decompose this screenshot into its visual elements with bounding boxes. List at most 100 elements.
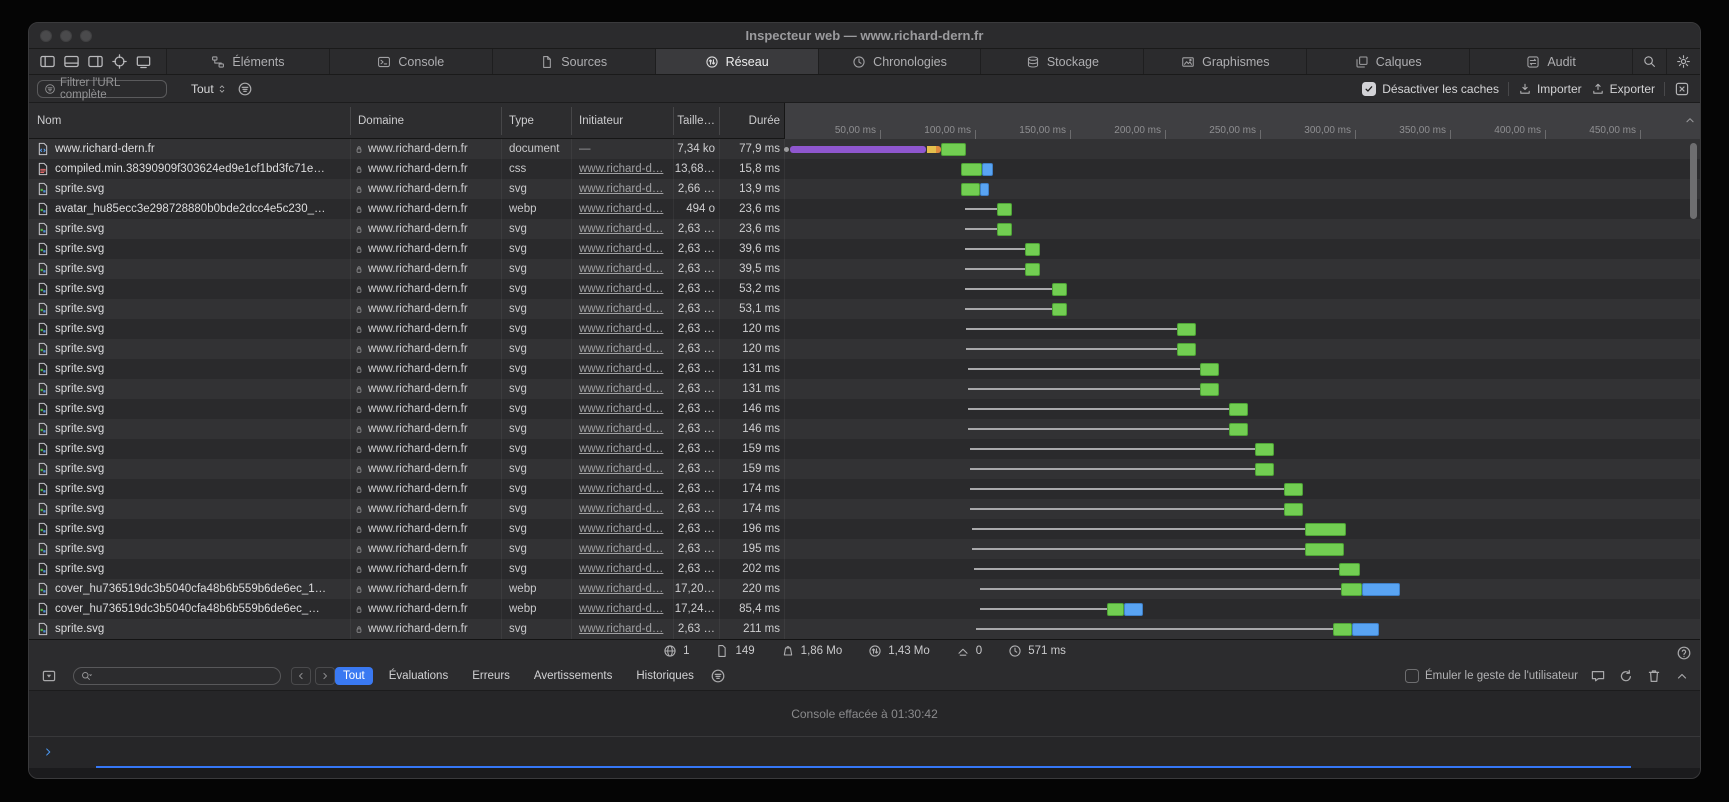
network-request-row[interactable]: sprite.svgwww.richard-dern.frsvgwww.rich…	[29, 179, 1700, 199]
column-divider[interactable]	[350, 107, 351, 135]
help-button[interactable]	[1676, 645, 1692, 661]
waterfall-bar	[784, 139, 1700, 159]
network-request-row[interactable]: sprite.svgwww.richard-dern.frsvgwww.rich…	[29, 339, 1700, 359]
console-filter-avertissements[interactable]: Avertissements	[526, 667, 620, 685]
network-request-row[interactable]: sprite.svgwww.richard-dern.frsvgwww.rich…	[29, 419, 1700, 439]
console-filter-tout[interactable]: Tout	[335, 667, 373, 685]
column-header-nom[interactable]: Nom	[37, 103, 337, 139]
column-header-type[interactable]: Type	[509, 103, 567, 139]
console-scope-icon[interactable]	[41, 668, 57, 684]
column-header-dure[interactable]: Durée	[723, 103, 780, 139]
tab-graphics[interactable]: Graphismes	[1143, 49, 1306, 74]
network-icon	[705, 55, 719, 69]
waterfall-bar	[784, 299, 1700, 319]
network-request-row[interactable]: sprite.svgwww.richard-dern.frsvgwww.rich…	[29, 279, 1700, 299]
console-filter-historiques[interactable]: Historiques	[628, 667, 702, 685]
bubble-icon[interactable]	[1590, 668, 1606, 684]
request-duration: 77,9 ms	[689, 139, 780, 159]
tab-console[interactable]: Console	[329, 49, 492, 74]
column-header-taille[interactable]: Taille…	[677, 103, 715, 139]
trash-icon[interactable]	[1646, 668, 1662, 684]
network-request-row[interactable]: avatar_hu85ecc3e298728880b0bde2dcc4e5c23…	[29, 199, 1700, 219]
emulate-user-gesture-checkbox[interactable]: Émuler le geste de l'utilisateur	[1405, 669, 1578, 683]
tab-timelines[interactable]: Chronologies	[818, 49, 981, 74]
network-request-row[interactable]: sprite.svgwww.richard-dern.frsvgwww.rich…	[29, 459, 1700, 479]
scope-dropdown[interactable]: Tout	[191, 80, 228, 98]
timeline-ruler: 50,00 ms100,00 ms150,00 ms200,00 ms250,0…	[784, 103, 1700, 139]
column-divider[interactable]	[501, 107, 502, 135]
chevron-up-icon[interactable]	[1674, 668, 1690, 684]
tab-audit[interactable]: Audit	[1469, 49, 1632, 74]
network-request-row[interactable]: compiled.min.38390909f303624ed9e1cf1bd3f…	[29, 159, 1700, 179]
console-prompt-row[interactable]	[29, 736, 1700, 766]
waterfall-bar	[784, 559, 1700, 579]
chevron-right-icon	[319, 670, 331, 682]
waterfall-bar	[784, 579, 1700, 599]
tab-label: Sources	[561, 55, 607, 69]
network-request-row[interactable]: sprite.svgwww.richard-dern.frsvgwww.rich…	[29, 499, 1700, 519]
doc-css-icon	[36, 162, 50, 176]
settings-button[interactable]	[1666, 49, 1700, 74]
doc-image-icon	[36, 202, 50, 216]
previous-result-button[interactable]	[291, 667, 311, 685]
network-request-row[interactable]: sprite.svgwww.richard-dern.frsvgwww.rich…	[29, 559, 1700, 579]
console-filter-valuations[interactable]: Évaluations	[381, 667, 456, 685]
disable-caches-checkbox[interactable]: Désactiver les caches	[1362, 82, 1499, 96]
request-name: sprite.svg	[55, 219, 347, 239]
console-filter-erreurs[interactable]: Erreurs	[464, 667, 518, 685]
network-request-row[interactable]: sprite.svgwww.richard-dern.frsvgwww.rich…	[29, 619, 1700, 639]
url-filter-input[interactable]: Filtrer l'URL complète	[37, 80, 167, 98]
waterfall-segment-line	[965, 288, 1052, 290]
next-result-button[interactable]	[315, 667, 335, 685]
waterfall-segment-green	[1305, 543, 1345, 556]
network-request-row[interactable]: sprite.svgwww.richard-dern.frsvgwww.rich…	[29, 239, 1700, 259]
export-button[interactable]: Exporter	[1591, 82, 1655, 96]
network-request-row[interactable]: sprite.svgwww.richard-dern.frsvgwww.rich…	[29, 219, 1700, 239]
network-request-row[interactable]: sprite.svgwww.richard-dern.frsvgwww.rich…	[29, 439, 1700, 459]
device-icon[interactable]	[135, 53, 152, 70]
network-request-row[interactable]: sprite.svgwww.richard-dern.frsvgwww.rich…	[29, 519, 1700, 539]
network-request-row[interactable]: sprite.svgwww.richard-dern.frsvgwww.rich…	[29, 479, 1700, 499]
tab-layers[interactable]: Calques	[1306, 49, 1469, 74]
network-request-row[interactable]: cover_hu736519dc3b5040cfa48b6b559b6de6ec…	[29, 579, 1700, 599]
console-search-input[interactable]	[73, 667, 281, 685]
network-request-row[interactable]: sprite.svgwww.richard-dern.frsvgwww.rich…	[29, 379, 1700, 399]
search-button[interactable]	[1632, 49, 1666, 74]
import-button[interactable]: Importer	[1518, 82, 1582, 96]
tab-sources[interactable]: Sources	[492, 49, 655, 74]
column-header-domaine[interactable]: Domaine	[358, 103, 496, 139]
network-request-row[interactable]: sprite.svgwww.richard-dern.frsvgwww.rich…	[29, 319, 1700, 339]
column-divider[interactable]	[673, 107, 674, 135]
network-request-row[interactable]: cover_hu736519dc3b5040cfa48b6b559b6de6ec…	[29, 599, 1700, 619]
network-request-row[interactable]: sprite.svgwww.richard-dern.frsvgwww.rich…	[29, 259, 1700, 279]
scroll-up-icon[interactable]	[1683, 113, 1697, 127]
column-divider[interactable]	[571, 107, 572, 135]
network-request-row[interactable]: www.richard-dern.frwww.richard-dern.frdo…	[29, 139, 1700, 159]
column-divider[interactable]	[719, 107, 720, 135]
type-filter-button[interactable]	[237, 81, 253, 97]
tab-label: Audit	[1547, 55, 1576, 69]
tab-elements[interactable]: Éléments	[166, 49, 329, 74]
network-request-row[interactable]: sprite.svgwww.richard-dern.frsvgwww.rich…	[29, 299, 1700, 319]
dock-right-icon[interactable]	[87, 53, 104, 70]
reload-icon[interactable]	[1618, 668, 1634, 684]
tab-storage[interactable]: Stockage	[980, 49, 1143, 74]
network-request-row[interactable]: sprite.svgwww.richard-dern.frsvgwww.rich…	[29, 359, 1700, 379]
request-name: sprite.svg	[55, 279, 347, 299]
tab-network[interactable]: Réseau	[655, 49, 818, 74]
dock-bottom-icon[interactable]	[63, 53, 80, 70]
ruler-tick-label: 350,00 ms	[1376, 125, 1446, 136]
column-header-initiateur[interactable]: Initiateur	[579, 103, 669, 139]
console-filter-icon[interactable]	[710, 668, 726, 684]
lock-icon	[354, 324, 364, 335]
waterfall-bar	[784, 399, 1700, 419]
clear-network-items-button[interactable]	[1674, 81, 1690, 97]
request-domain: www.richard-dern.fr	[354, 619, 498, 639]
vertical-scrollbar[interactable]	[1690, 143, 1697, 219]
request-duration: 39,6 ms	[689, 239, 780, 259]
request-domain: www.richard-dern.fr	[354, 279, 498, 299]
element-picker-icon[interactable]	[111, 53, 128, 70]
network-request-row[interactable]: sprite.svgwww.richard-dern.frsvgwww.rich…	[29, 399, 1700, 419]
dock-left-icon[interactable]	[39, 53, 56, 70]
network-request-row[interactable]: sprite.svgwww.richard-dern.frsvgwww.rich…	[29, 539, 1700, 559]
